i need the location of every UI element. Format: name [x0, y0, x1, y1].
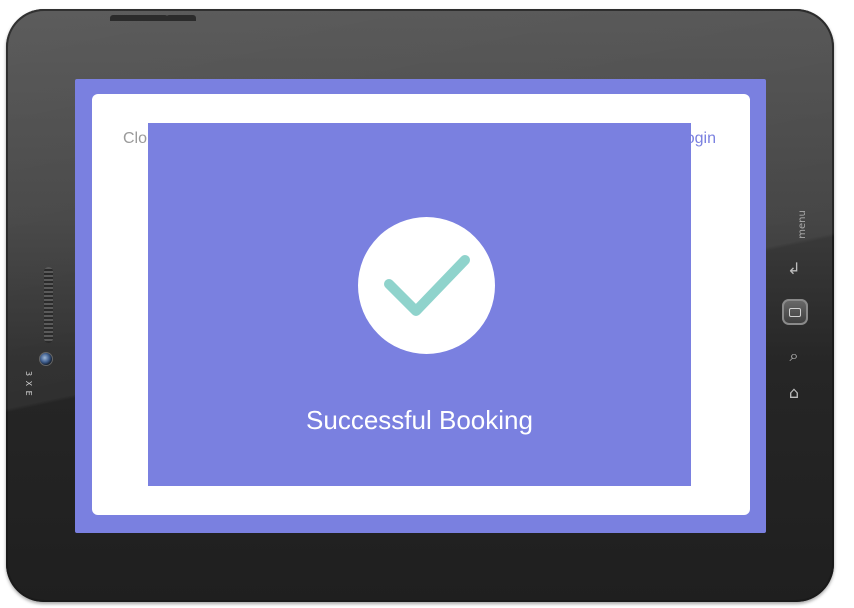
side-controls: menu ↲ ⌕ ⌂: [774, 189, 814, 409]
search-icon[interactable]: ⌕: [783, 345, 805, 367]
success-message: Successful Booking: [306, 405, 533, 435]
home-button[interactable]: [782, 299, 808, 325]
close-link[interactable]: Clo: [123, 130, 147, 148]
brand-mark: 3 X E: [24, 371, 33, 397]
checkmark-icon: [384, 255, 470, 316]
home-button-icon: [789, 307, 801, 317]
success-modal: Successful Booking: [148, 123, 691, 486]
camera-lens: [39, 352, 53, 366]
power-button[interactable]: [166, 15, 196, 21]
back-icon[interactable]: ↲: [783, 257, 805, 279]
volume-button[interactable]: [110, 15, 168, 21]
menu-key-label[interactable]: menu: [797, 210, 808, 239]
home-icon[interactable]: ⌂: [783, 381, 805, 403]
speaker-grille: [44, 267, 53, 343]
success-badge: [358, 217, 495, 354]
